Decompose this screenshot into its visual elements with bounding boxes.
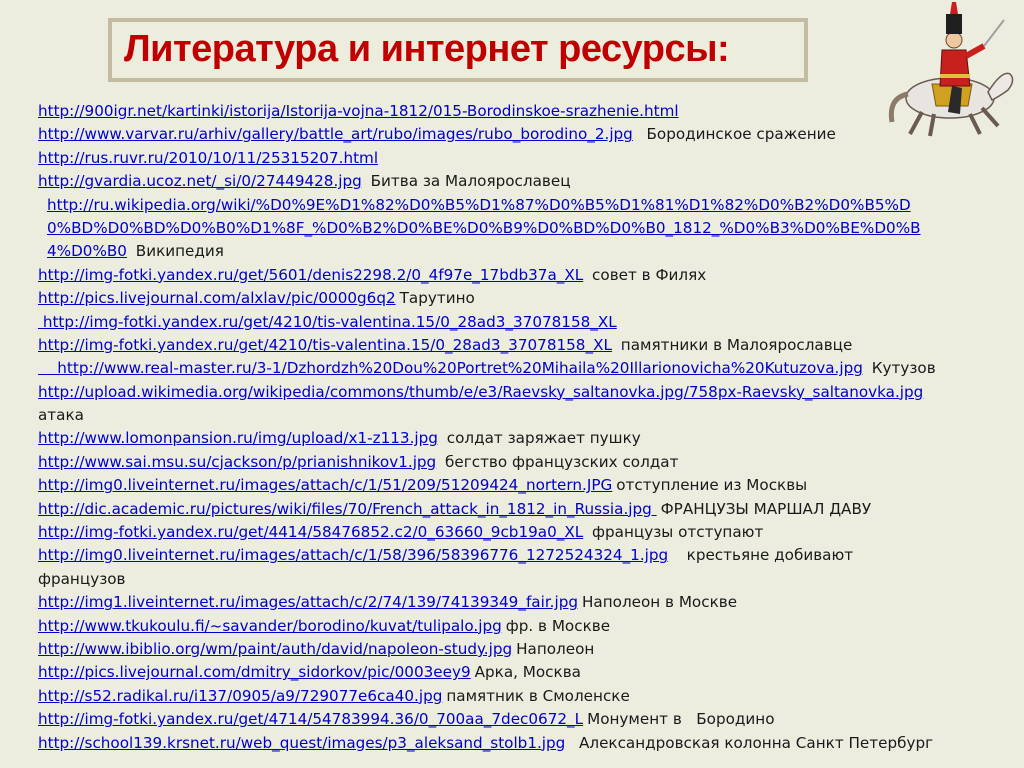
- reference-link[interactable]: http://pics.livejournal.com/dmitry_sidor…: [38, 663, 471, 681]
- reference-line: http://img0.liveinternet.ru/images/attac…: [38, 474, 1020, 497]
- reference-line: http://rus.ruvr.ru/2010/10/11/25315207.h…: [38, 147, 1020, 170]
- reference-description: Тарутино: [399, 289, 475, 308]
- reference-link[interactable]: http://www.real-master.ru/3-1/Dzhordzh%2…: [38, 359, 863, 377]
- reference-link[interactable]: http://900igr.net/kartinki/istorija/Isto…: [38, 102, 679, 120]
- reference-description: Битва за Малоярославец: [365, 172, 571, 191]
- reference-line: http://img0.liveinternet.ru/images/attac…: [38, 544, 1020, 567]
- reference-description: Арка, Москва: [474, 663, 581, 682]
- reference-description: Википедия: [130, 242, 224, 261]
- reference-line: http://www.real-master.ru/3-1/Dzhordzh%2…: [38, 357, 1020, 380]
- reference-line: http://www.lomonpansion.ru/img/upload/x1…: [38, 427, 1020, 450]
- reference-description: Александровская колонна Санкт Петербург: [569, 733, 934, 752]
- reference-line: http://img1.liveinternet.ru/images/attac…: [38, 591, 1020, 614]
- reference-link[interactable]: http://img0.liveinternet.ru/images/attac…: [38, 476, 612, 494]
- reference-link[interactable]: http://gvardia.ucoz.net/_si/0/27449428.j…: [38, 172, 362, 190]
- reference-link[interactable]: http://www.varvar.ru/arhiv/gallery/battl…: [38, 125, 633, 143]
- reference-line: 0%BD%D0%BD%D0%B0%D1%8F_%D0%B2%D0%BE%D0%B…: [38, 217, 1020, 240]
- reference-line: http://900igr.net/kartinki/istorija/Isto…: [38, 100, 1020, 123]
- reference-link[interactable]: http://img-fotki.yandex.ru/get/4210/tis-…: [38, 336, 612, 354]
- reference-line: атака: [38, 404, 1020, 427]
- reference-line: 4%D0%B0 Википедия: [38, 240, 1020, 263]
- reference-link[interactable]: http://dic.academic.ru/pictures/wiki/fil…: [38, 500, 657, 518]
- reference-description: Бородинское сражение: [636, 125, 836, 144]
- title-box: Литература и интернет ресурсы:: [108, 18, 808, 82]
- reference-link[interactable]: http://school139.krsnet.ru/web_quest/ima…: [38, 734, 565, 752]
- reference-link[interactable]: http://www.lomonpansion.ru/img/upload/x1…: [38, 429, 438, 447]
- reference-description: совет в Филях: [587, 265, 707, 284]
- reference-description: памятник в Смоленске: [446, 686, 630, 705]
- reference-link[interactable]: http://img-fotki.yandex.ru/get/4210/tis-…: [38, 313, 617, 331]
- reference-description: Монумент в Бородино: [587, 710, 775, 729]
- reference-line: http://www.sai.msu.su/cjackson/p/prianis…: [38, 451, 1020, 474]
- reference-link[interactable]: http://img1.liveinternet.ru/images/attac…: [38, 593, 578, 611]
- reference-link[interactable]: http://rus.ruvr.ru/2010/10/11/25315207.h…: [38, 149, 378, 167]
- reference-line: http://s52.radikal.ru/i137/0905/a9/72907…: [38, 685, 1020, 708]
- reference-line: http://img-fotki.yandex.ru/get/4414/5847…: [38, 521, 1020, 544]
- reference-line: http://gvardia.ucoz.net/_si/0/27449428.j…: [38, 170, 1020, 193]
- reference-line: http://www.ibiblio.org/wm/paint/auth/dav…: [38, 638, 1020, 661]
- reference-description: памятники в Малоярославце: [615, 335, 853, 354]
- reference-description: Кутузов: [866, 359, 936, 378]
- reference-description: Наполеон: [516, 639, 595, 658]
- reference-description: бегство французских солдат: [440, 452, 679, 471]
- reference-line: http://ru.wikipedia.org/wiki/%D0%9E%D1%8…: [38, 194, 1020, 217]
- reference-line: http://www.varvar.ru/arhiv/gallery/battl…: [38, 123, 1020, 146]
- reference-description: фр. в Москве: [505, 616, 611, 635]
- reference-description: солдат заряжает пушку: [441, 429, 641, 448]
- reference-link[interactable]: http://www.sai.msu.su/cjackson/p/prianis…: [38, 453, 436, 471]
- reference-link[interactable]: http://www.ibiblio.org/wm/paint/auth/dav…: [38, 640, 512, 658]
- reference-line: http://img-fotki.yandex.ru/get/5601/deni…: [38, 264, 1020, 287]
- reference-description: ФРАНЦУЗЫ МАРШАЛ ДАВУ: [660, 499, 872, 518]
- reference-line: французов: [38, 568, 1020, 591]
- reference-line: http://pics.livejournal.com/dmitry_sidor…: [38, 661, 1020, 684]
- reference-line: http://img-fotki.yandex.ru/get/4210/tis-…: [38, 311, 1020, 334]
- reference-link[interactable]: http://ru.wikipedia.org/wiki/%D0%9E%D1%8…: [47, 196, 911, 214]
- page-title: Литература и интернет ресурсы:: [124, 28, 730, 70]
- reference-line: http://img-fotki.yandex.ru/get/4714/5478…: [38, 708, 1020, 731]
- reference-line: http://pics.livejournal.com/alxlav/pic/0…: [38, 287, 1020, 310]
- reference-description: крестьяне добивают: [672, 546, 854, 565]
- reference-description: отступление из Москвы: [616, 476, 808, 495]
- reference-description: атака: [38, 406, 84, 425]
- reference-link[interactable]: 4%D0%B0: [47, 242, 127, 260]
- reference-link[interactable]: http://upload.wikimedia.org/wikipedia/co…: [38, 383, 923, 401]
- reference-link[interactable]: http://s52.radikal.ru/i137/0905/a9/72907…: [38, 687, 442, 705]
- reference-description: французы отступают: [587, 523, 764, 542]
- reference-description: Наполеон в Москве: [582, 593, 738, 612]
- reference-line: http://www.tkukoulu.fi/~savander/borodin…: [38, 615, 1020, 638]
- reference-link[interactable]: http://img-fotki.yandex.ru/get/4414/5847…: [38, 523, 583, 541]
- reference-line: http://upload.wikimedia.org/wikipedia/co…: [38, 381, 1020, 404]
- reference-link[interactable]: http://www.tkukoulu.fi/~savander/borodin…: [38, 617, 502, 635]
- reference-line: http://school139.krsnet.ru/web_quest/ima…: [38, 732, 1020, 755]
- reference-list: http://900igr.net/kartinki/istorija/Isto…: [38, 100, 1020, 755]
- reference-description: французов: [38, 569, 126, 588]
- reference-line: http://img-fotki.yandex.ru/get/4210/tis-…: [38, 334, 1020, 357]
- reference-link[interactable]: 0%BD%D0%BD%D0%B0%D1%8F_%D0%B2%D0%BE%D0%B…: [47, 219, 921, 237]
- reference-link[interactable]: http://img-fotki.yandex.ru/get/4714/5478…: [38, 710, 583, 728]
- reference-line: http://dic.academic.ru/pictures/wiki/fil…: [38, 498, 1020, 521]
- reference-link[interactable]: http://pics.livejournal.com/alxlav/pic/0…: [38, 289, 396, 307]
- reference-link[interactable]: http://img-fotki.yandex.ru/get/5601/deni…: [38, 266, 583, 284]
- reference-link[interactable]: http://img0.liveinternet.ru/images/attac…: [38, 546, 668, 564]
